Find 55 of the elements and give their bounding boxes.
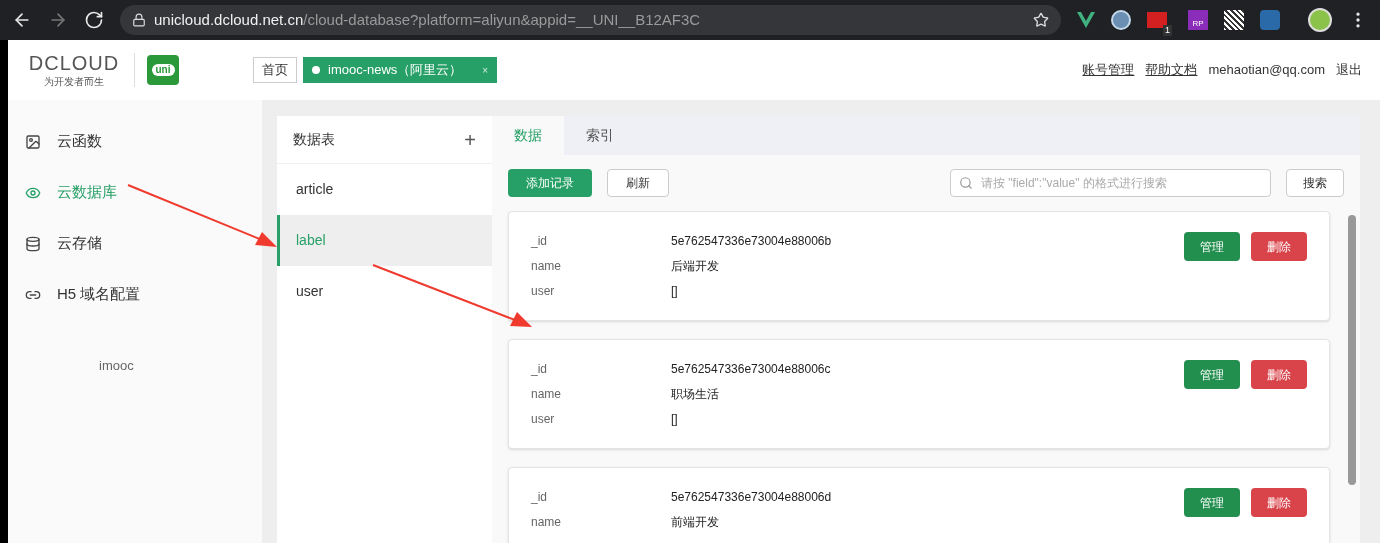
lock-icon	[132, 13, 146, 27]
field-key: user	[531, 282, 671, 300]
bookmark-star-icon[interactable]	[1033, 12, 1049, 28]
manage-button[interactable]: 管理	[1184, 488, 1240, 517]
user-email: mehaotian@qq.com	[1208, 61, 1325, 80]
manage-button[interactable]: 管理	[1184, 232, 1240, 261]
table-list-item[interactable]: user	[277, 266, 492, 317]
dcloud-logo: DCLOUD	[28, 51, 120, 74]
sidebar-item[interactable]: H5 域名配置	[8, 269, 262, 320]
delete-button[interactable]: 删除	[1251, 360, 1307, 389]
search-button[interactable]: 搜索	[1286, 169, 1344, 197]
rp-extension[interactable]: RP	[1188, 10, 1208, 30]
panel-title: 数据表	[293, 130, 335, 149]
url-text: unicloud.dcloud.net.cn/cloud-database?platform=aliyun&appid=__UNI__B12AF3C	[154, 9, 701, 30]
field-value: 5e762547336e73004e88006d	[671, 489, 832, 506]
extension-icon[interactable]	[1147, 12, 1167, 28]
delete-button[interactable]: 删除	[1251, 232, 1307, 261]
content-tab[interactable]: 索引	[564, 116, 636, 155]
delete-button[interactable]: 删除	[1251, 488, 1307, 517]
field-value: 前端开发	[671, 514, 719, 531]
logo-tagline: 为开发者而生	[44, 74, 104, 89]
address-bar[interactable]: unicloud.dcloud.net.cn/cloud-database?platform=aliyun&appid=__UNI__B12AF3C	[120, 5, 1061, 35]
add-table-button[interactable]: +	[464, 129, 476, 150]
field-key: name	[531, 513, 671, 531]
refresh-button[interactable]: 刷新	[607, 169, 669, 197]
field-value: []	[671, 411, 678, 428]
header-link[interactable]: 帮助文档	[1145, 60, 1198, 80]
field-value: []	[671, 283, 678, 300]
sidebar-item[interactable]: 云存储	[8, 218, 262, 269]
search-field[interactable]: 请按 "field":"value" 的格式进行搜索	[950, 169, 1271, 197]
sidebar-item[interactable]: 云函数	[8, 116, 262, 167]
search-icon	[959, 176, 973, 190]
table-list-item[interactable]: article	[277, 164, 492, 215]
field-key: _id	[531, 232, 671, 250]
field-key: name	[531, 385, 671, 403]
field-value: 5e762547336e73004e88006b	[671, 233, 832, 250]
field-value: 5e762547336e73004e88006c	[671, 361, 831, 378]
manage-button[interactable]: 管理	[1184, 360, 1240, 389]
badge-count: 1	[1163, 25, 1172, 36]
storage-icon	[25, 235, 41, 252]
v-logo-icon[interactable]	[1077, 12, 1095, 28]
header-link[interactable]: 账号管理	[1082, 60, 1135, 80]
profile-avatar[interactable]	[1308, 8, 1332, 32]
field-value: 职场生活	[671, 386, 719, 403]
uni-logo: uni	[147, 55, 179, 85]
logout-link[interactable]: 退出	[1336, 60, 1362, 80]
scrollbar-thumb[interactable]	[1348, 215, 1356, 485]
field-key: user	[531, 410, 671, 428]
page-tab[interactable]: 首页	[253, 57, 297, 83]
field-key: _id	[531, 488, 671, 506]
reload-icon[interactable]	[84, 10, 104, 30]
field-key: name	[531, 257, 671, 275]
field-key: _id	[531, 360, 671, 378]
footer-text: imooc	[99, 357, 135, 375]
field-value: 后端开发	[671, 258, 719, 275]
